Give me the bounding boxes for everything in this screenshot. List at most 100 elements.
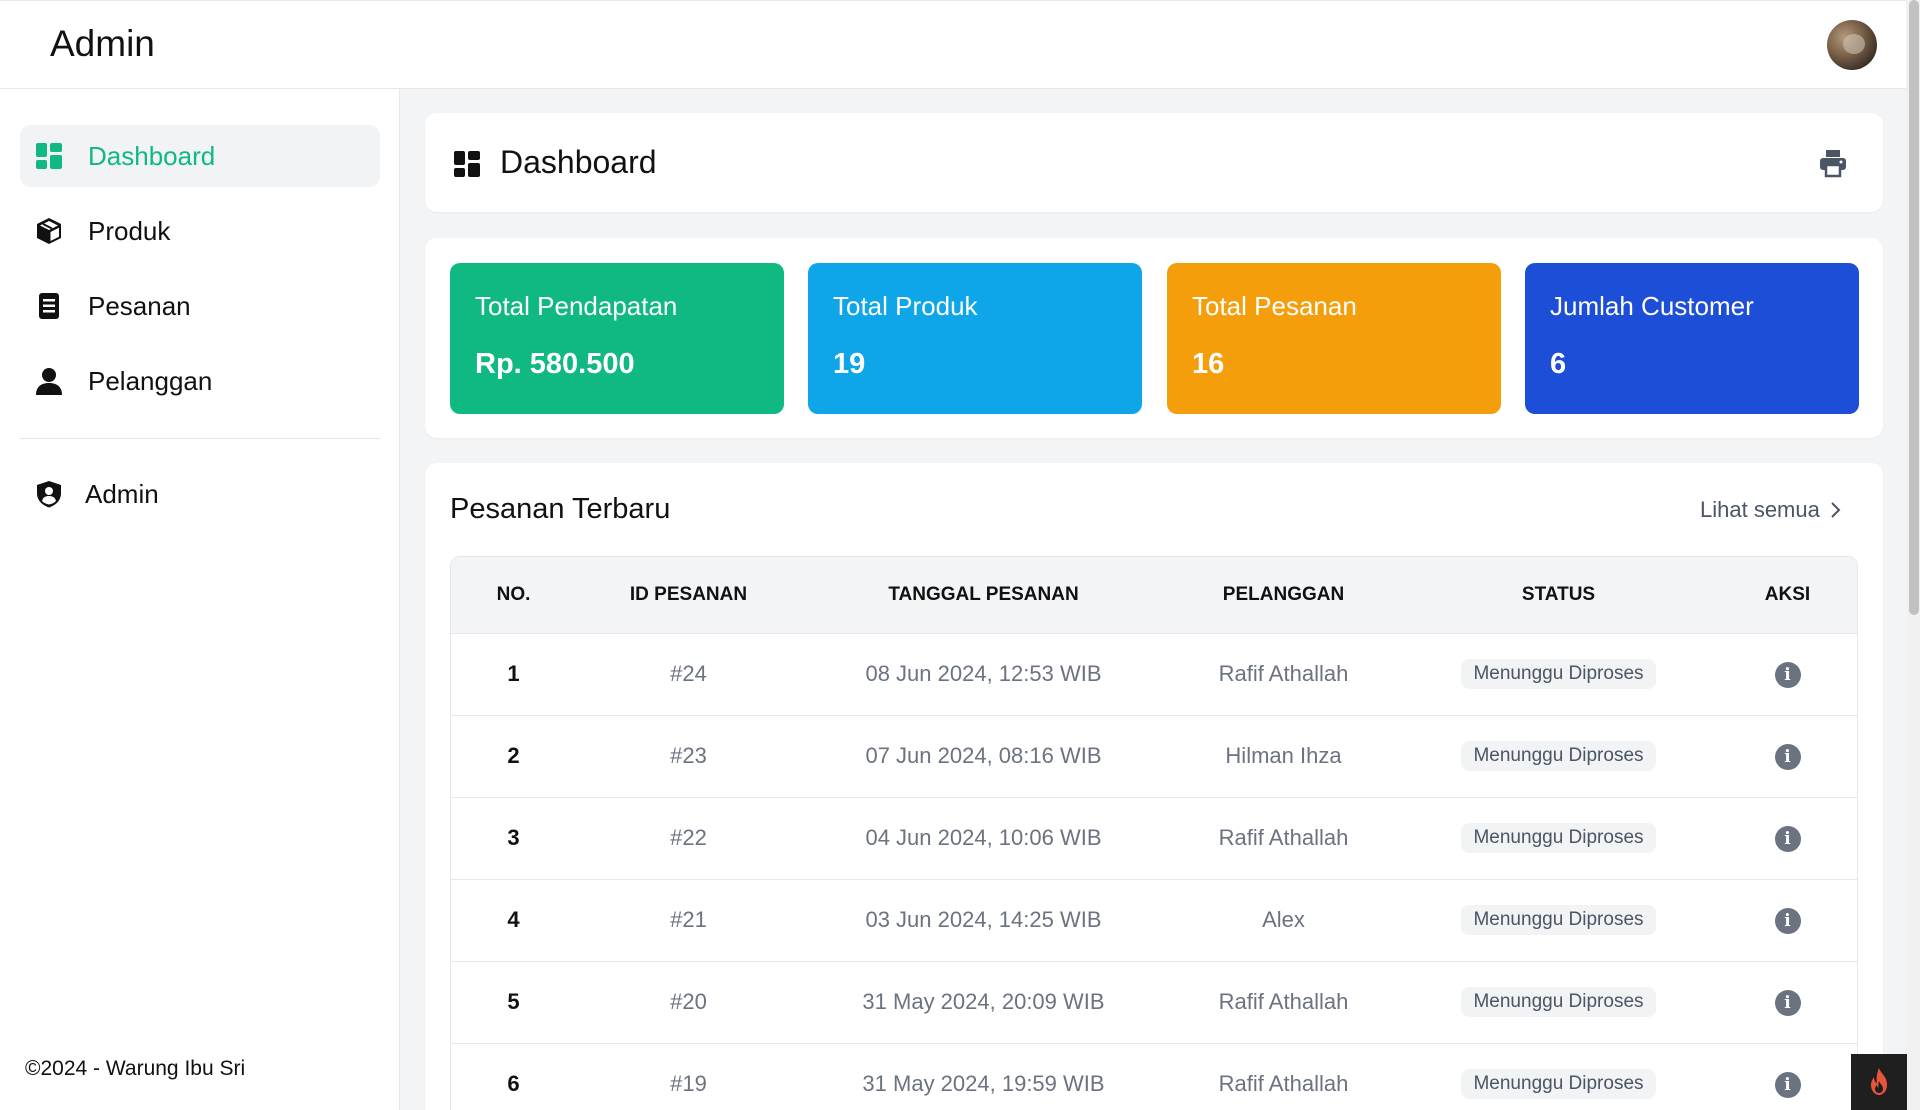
sidebar: Dashboard Produk Pesanan Pelanggan Admin…: [0, 89, 400, 1110]
stat-title: Total Pesanan: [1192, 291, 1357, 321]
column-header: NO.: [496, 583, 531, 605]
sidebar-item-label: Pelanggan: [88, 365, 213, 396]
info-icon[interactable]: i: [1774, 662, 1801, 688]
sidebar-item-dashboard[interactable]: Dashboard: [20, 125, 380, 187]
column-header: PELANGGAN: [1222, 583, 1345, 605]
column-header: STATUS: [1521, 583, 1596, 605]
scrollbar-thumb[interactable]: [1909, 0, 1919, 615]
cell-order-id: #20: [670, 989, 707, 1014]
brand-title: Admin: [50, 23, 155, 64]
sidebar-item-label: Dashboard: [88, 140, 216, 171]
avatar[interactable]: [1827, 20, 1877, 70]
cell-customer: Hilman Ihza: [1225, 743, 1342, 768]
column-header: AKSI: [1764, 583, 1811, 605]
table-row: 4 #21 03 Jun 2024, 14:25 WIB Alex Menung…: [451, 879, 1857, 961]
cell-status: Menunggu Diproses: [1401, 715, 1716, 797]
stat-value: Rp. 580.500: [475, 348, 635, 380]
status-badge: Menunggu Diproses: [1461, 987, 1656, 1017]
sidebar-item-pelanggan[interactable]: Pelanggan: [20, 350, 380, 412]
cell-no: 3: [507, 825, 520, 850]
cell-action: i: [1716, 1043, 1857, 1110]
cell-order-id: #22: [670, 825, 707, 850]
column-header: ID PESANAN: [629, 583, 748, 605]
sidebar-divider: [20, 438, 380, 439]
stat-total-pesanan: Total Pesanan 16: [1167, 263, 1501, 414]
stat-title: Jumlah Customer: [1550, 291, 1754, 321]
see-all-label: Lihat semua: [1700, 497, 1820, 522]
cell-customer: Rafif Athallah: [1218, 1071, 1349, 1097]
cell-order-id: #21: [670, 907, 707, 932]
info-icon[interactable]: i: [1774, 908, 1801, 934]
stat-total-produk: Total Produk 19: [808, 263, 1142, 414]
info-icon[interactable]: i: [1774, 744, 1801, 770]
column-header: TANGGAL PESANAN: [888, 583, 1079, 605]
cell-order-id: #23: [670, 743, 707, 768]
sidebar-item-produk[interactable]: Produk: [20, 200, 380, 262]
cell-customer: Rafif Athallah: [1218, 825, 1349, 850]
sidebar-footer: ©2024 - Warung Ibu Sri: [25, 1057, 246, 1080]
cell-order-date: 31 May 2024, 20:09 WIB: [862, 989, 1105, 1014]
status-badge: Menunggu Diproses: [1461, 823, 1656, 853]
cell-order-date: 07 Jun 2024, 08:16 WIB: [865, 743, 1102, 768]
flame-icon: [1871, 1068, 1887, 1095]
cell-action: i: [1716, 715, 1857, 797]
stat-value: 16: [1192, 348, 1225, 380]
sidebar-item-admin[interactable]: Admin: [20, 463, 380, 525]
cell-order-date: 03 Jun 2024, 14:25 WIB: [865, 907, 1102, 932]
cell-action: i: [1716, 961, 1857, 1043]
cell-no: 2: [507, 743, 520, 768]
cell-status: Menunggu Diproses: [1401, 879, 1716, 961]
cell-status: Menunggu Diproses: [1401, 961, 1716, 1043]
receipt-icon: [39, 293, 59, 319]
stat-title: Total Produk: [833, 291, 978, 321]
see-all-link[interactable]: Lihat semua: [1700, 497, 1842, 523]
table-header-row: NO. ID PESANAN TANGGAL PESANAN PELANGGAN…: [451, 557, 1857, 633]
status-badge: Menunggu Diproses: [1461, 741, 1656, 771]
stat-value: 6: [1550, 348, 1567, 380]
chevron-right-icon: [1831, 502, 1841, 518]
cell-order-date: 08 Jun 2024, 12:53 WIB: [865, 661, 1102, 686]
status-badge: Menunggu Diproses: [1461, 1069, 1656, 1100]
box-icon: [37, 218, 61, 244]
orders-table: NO. ID PESANAN TANGGAL PESANAN PELANGGAN…: [450, 556, 1858, 1110]
table-row: 2 #23 07 Jun 2024, 08:16 WIB Hilman Ihza…: [451, 715, 1857, 797]
cell-status: Menunggu Diproses: [1401, 797, 1716, 879]
top-header: Admin: [0, 0, 1906, 89]
cell-status: Menunggu Diproses: [1401, 1043, 1716, 1110]
sidebar-item-pesanan[interactable]: Pesanan: [20, 275, 380, 337]
cell-customer: Rafif Athallah: [1218, 661, 1349, 686]
cell-no: 1: [507, 661, 520, 686]
stat-value: 19: [833, 348, 866, 380]
user-icon: [36, 368, 62, 395]
cell-no: 6: [507, 1071, 520, 1097]
status-badge: Menunggu Diproses: [1461, 659, 1656, 689]
cell-no: 5: [507, 989, 520, 1014]
printer-icon[interactable]: [1818, 148, 1848, 178]
cell-status: Menunggu Diproses: [1401, 633, 1716, 715]
cell-order-id: #24: [670, 661, 707, 686]
table-row: 5 #20 31 May 2024, 20:09 WIB Rafif Athal…: [451, 961, 1857, 1043]
stats-card: Total Pendapatan Rp. 580.500 Total Produ…: [425, 238, 1883, 438]
info-icon[interactable]: i: [1774, 990, 1801, 1016]
status-badge: Menunggu Diproses: [1461, 905, 1656, 935]
sidebar-item-label: Admin: [85, 478, 159, 509]
cell-order-date: 04 Jun 2024, 10:06 WIB: [865, 825, 1102, 850]
dashboard-grid-icon: [36, 143, 62, 169]
section-title: Pesanan Terbaru: [450, 493, 671, 525]
cell-no: 4: [507, 907, 520, 932]
table-row: 3 #22 04 Jun 2024, 10:06 WIB Rafif Athal…: [451, 797, 1857, 879]
table-row: 6 #19 31 May 2024, 19:59 WIB Rafif Athal…: [451, 1043, 1857, 1110]
cell-action: i: [1716, 879, 1857, 961]
cell-customer: Rafif Athallah: [1218, 989, 1349, 1014]
cell-customer: Alex: [1262, 907, 1305, 932]
sidebar-item-label: Pesanan: [88, 290, 191, 321]
page-title: Dashboard: [500, 144, 657, 180]
sidebar-item-label: Produk: [88, 215, 171, 246]
cell-action: i: [1716, 797, 1857, 879]
cell-order-id: #19: [670, 1071, 707, 1097]
floating-widget-button[interactable]: [1851, 1054, 1907, 1110]
cell-action: i: [1716, 633, 1857, 715]
info-icon[interactable]: i: [1774, 1072, 1801, 1099]
info-icon[interactable]: i: [1774, 826, 1801, 852]
shield-user-icon: [37, 481, 61, 508]
